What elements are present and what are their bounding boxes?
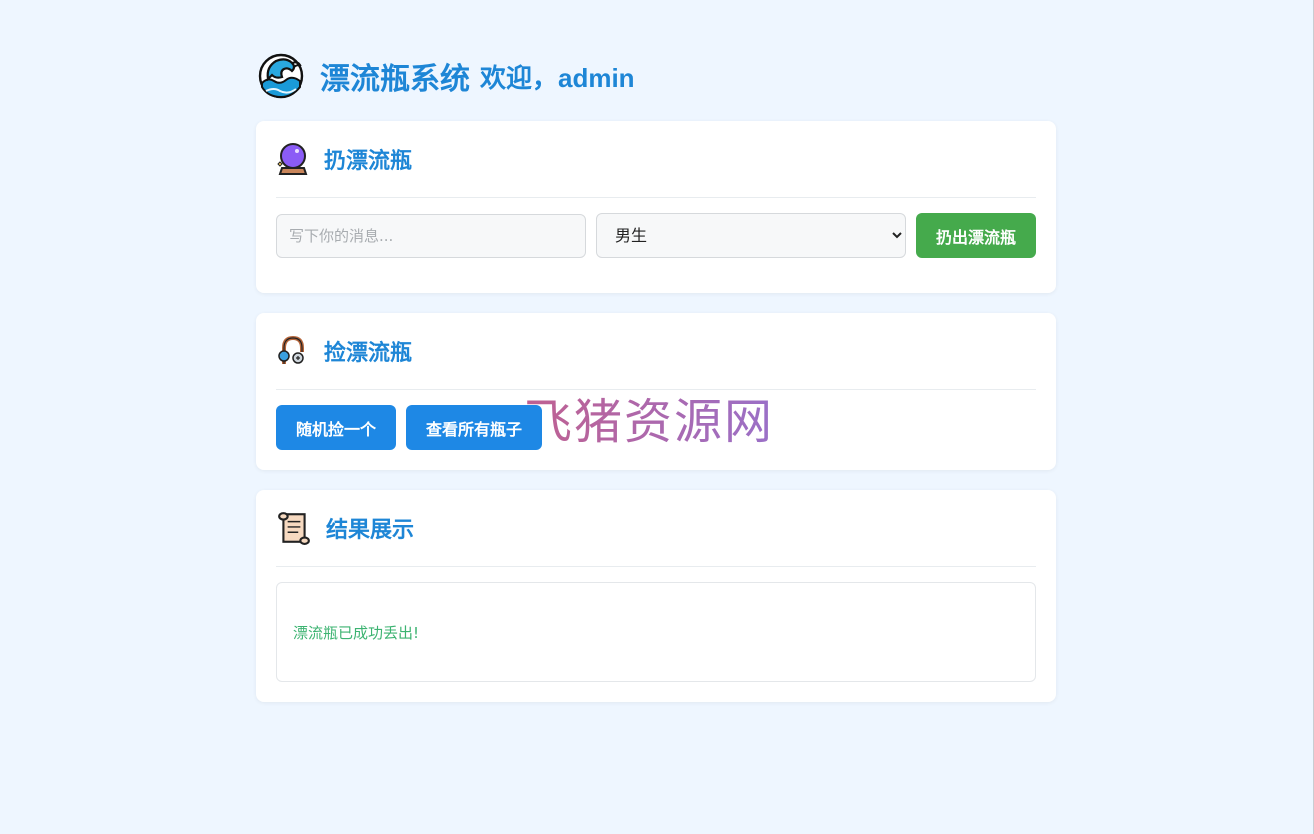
- message-input[interactable]: [276, 214, 586, 258]
- wave-icon: [258, 53, 304, 99]
- random-pick-button[interactable]: 随机捡一个: [276, 405, 396, 450]
- welcome-text: 欢迎，admin: [480, 62, 635, 93]
- fishing-hook-icon: [278, 335, 304, 364]
- pick-card-title: 捡漂流瓶: [324, 341, 413, 366]
- page-header: 漂流瓶系统 欢迎，admin: [258, 52, 635, 100]
- result-box: 漂流瓶已成功丢出!: [276, 582, 1036, 682]
- pick-card-header: 捡漂流瓶: [276, 313, 1036, 390]
- throw-bottle-button[interactable]: 扔出漂流瓶: [916, 213, 1036, 258]
- result-card-header: 结果展示: [276, 490, 1036, 567]
- result-message: 漂流瓶已成功丢出!: [293, 623, 420, 642]
- view-all-bottles-button[interactable]: 查看所有瓶子: [406, 405, 542, 450]
- gender-select[interactable]: 男生: [596, 213, 906, 258]
- crystal-ball-icon: [277, 143, 308, 175]
- scroll-icon: [278, 512, 310, 545]
- pick-bottle-card: 捡漂流瓶 随机捡一个 查看所有瓶子: [256, 313, 1056, 470]
- throw-bottle-card: 扔漂流瓶 男生 扔出漂流瓶: [256, 121, 1056, 293]
- page-title: 漂流瓶系统: [320, 62, 470, 97]
- throw-card-title: 扔漂流瓶: [324, 149, 413, 174]
- throw-card-header: 扔漂流瓶: [276, 121, 1036, 198]
- result-card-title: 结果展示: [326, 518, 415, 543]
- result-card: 结果展示 漂流瓶已成功丢出!: [256, 490, 1056, 702]
